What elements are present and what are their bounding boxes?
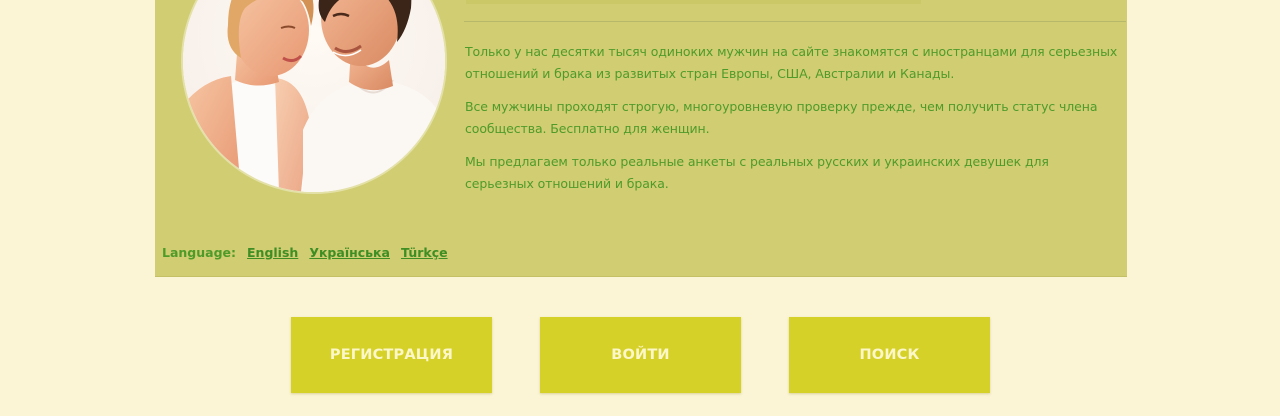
language-selector: Language: English Українська Türkçe [162, 245, 448, 260]
search-button[interactable]: ПОИСК [789, 317, 990, 393]
register-button[interactable]: РЕГИСТРАЦИЯ [291, 317, 492, 393]
section-heading-cropped [466, 0, 921, 4]
about-paragraph-2: Все мужчины проходят строгую, многоуровн… [465, 99, 1098, 136]
login-button[interactable]: ВОЙТИ [540, 317, 741, 393]
language-label: Language: [162, 245, 237, 260]
page: Только у нас десятки тысяч одиноких мужч… [0, 0, 1280, 416]
about-text: Только у нас десятки тысяч одиноких мужч… [465, 41, 1121, 206]
about-paragraph-3: Мы предлагаем только реальные анкеты с р… [465, 154, 1049, 191]
language-link-turkish[interactable]: Türkçe [401, 245, 448, 260]
language-link-english[interactable]: English [247, 245, 298, 260]
language-link-ukrainian[interactable]: Українська [309, 245, 390, 260]
about-paragraph-1: Только у нас десятки тысяч одиноких мужч… [465, 44, 1118, 81]
heading-divider [464, 21, 1126, 22]
